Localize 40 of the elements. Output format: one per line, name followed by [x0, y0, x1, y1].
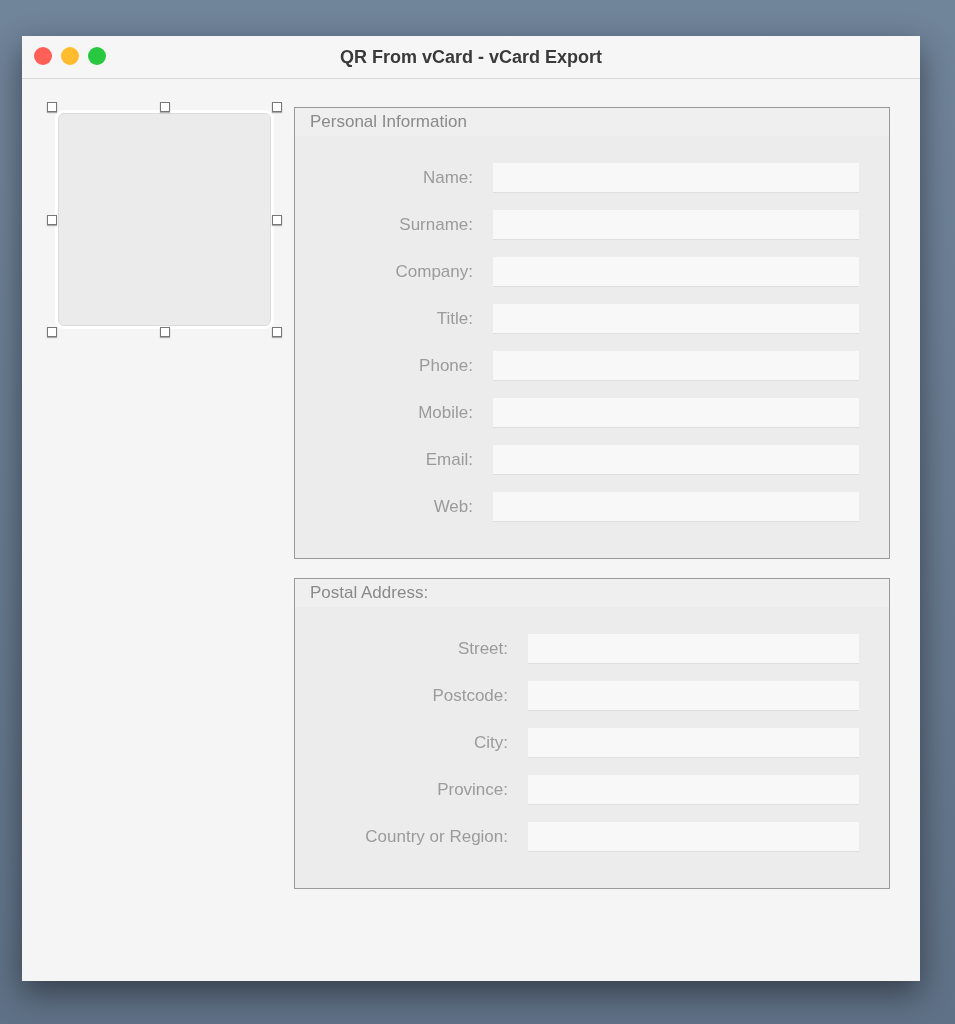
input-field[interactable]	[528, 634, 859, 664]
field-label: Surname:	[398, 215, 473, 235]
field-label: Web:	[432, 497, 473, 517]
field-label: Company:	[394, 262, 473, 282]
field-label: Name:	[421, 168, 473, 188]
field-label: Street:	[456, 639, 508, 659]
close-button[interactable]	[34, 47, 52, 65]
zoom-button[interactable]	[88, 47, 106, 65]
input-field[interactable]	[493, 445, 859, 475]
input-field[interactable]	[528, 728, 859, 758]
input-field[interactable]	[528, 822, 859, 852]
field-label: Title:	[435, 309, 473, 329]
input-field[interactable]	[493, 398, 859, 428]
field-label: Phone:	[418, 356, 473, 376]
resize-handle[interactable]	[47, 214, 57, 225]
window-title: QR From vCard - vCard Export	[339, 46, 602, 68]
resize-handle[interactable]	[272, 327, 282, 337]
field-label: Postcode:	[431, 686, 508, 706]
field-label: Province:	[436, 780, 508, 800]
resize-handle[interactable]	[272, 102, 282, 112]
input-field[interactable]	[493, 351, 859, 381]
field-label: City:	[473, 733, 508, 753]
input-field[interactable]	[528, 775, 859, 805]
field-label: Mobile:	[417, 403, 473, 423]
minimize-button[interactable]	[61, 47, 79, 65]
resize-handle[interactable]	[47, 327, 57, 337]
input-field[interactable]	[528, 681, 859, 711]
input-field[interactable]	[493, 492, 859, 522]
resize-handle[interactable]	[159, 102, 170, 112]
resize-handle[interactable]	[159, 327, 170, 337]
resize-handle[interactable]	[272, 214, 282, 225]
resize-handle[interactable]	[47, 102, 57, 112]
input-field[interactable]	[493, 304, 859, 334]
group-title: Postal Address:	[310, 583, 429, 603]
input-field[interactable]	[493, 210, 859, 240]
input-field[interactable]	[493, 163, 859, 193]
input-field[interactable]	[493, 257, 859, 287]
field-label: Email:	[424, 450, 473, 470]
field-label: Country or Region:	[364, 827, 508, 847]
group-title: Personal Information	[310, 112, 467, 132]
